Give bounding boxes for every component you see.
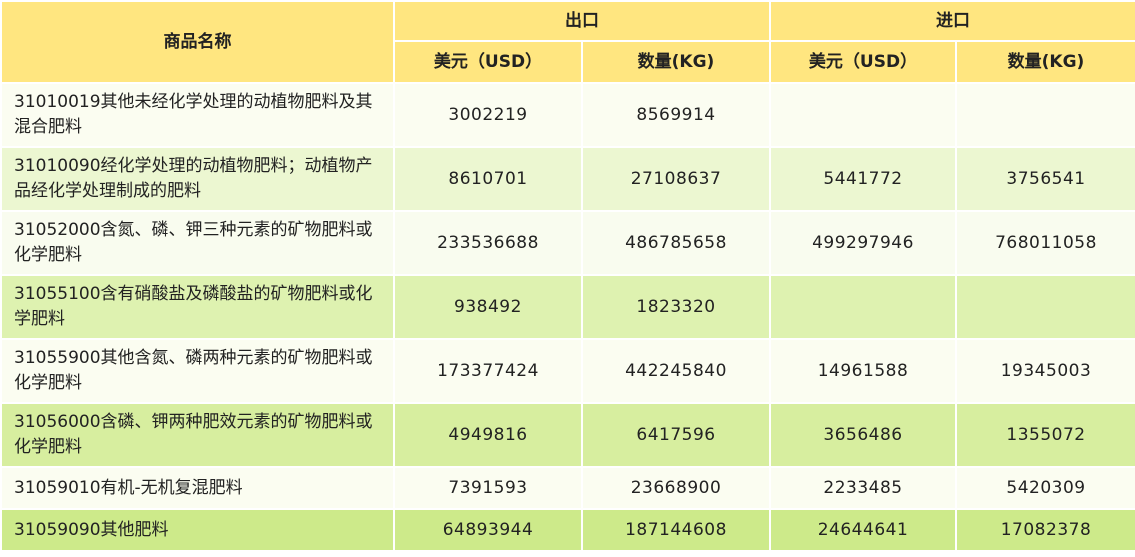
import-usd-cell: 14961588 <box>769 338 957 404</box>
table-row: 31010019其他未经化学处理的动植物肥料及其混合肥料 3002219 856… <box>0 82 1135 148</box>
commodity-name: 31052000含氮、磷、钾三种元素的矿物肥料或化学肥料 <box>0 210 395 276</box>
export-kg-cell: 1823320 <box>581 274 771 340</box>
import-usd-cell: 3656486 <box>769 402 957 468</box>
column-group-export: 出口 <box>393 0 771 42</box>
export-kg-cell: 187144608 <box>581 508 771 552</box>
import-kg-cell: 19345003 <box>955 338 1135 404</box>
import-usd-cell <box>769 274 957 340</box>
export-kg-cell: 6417596 <box>581 402 771 468</box>
column-header-name: 商品名称 <box>0 0 395 84</box>
fertilizer-trade-table: 商品名称 出口 进口 美元（USD） 数量(KG) 美元（USD） 数量(KG)… <box>0 0 1135 552</box>
import-kg-cell: 768011058 <box>955 210 1135 276</box>
export-kg-cell: 442245840 <box>581 338 771 404</box>
table-row: 31055900其他含氮、磷两种元素的矿物肥料或化学肥料 173377424 4… <box>0 338 1135 404</box>
commodity-name: 31059010有机-无机复混肥料 <box>0 466 395 510</box>
commodity-name: 31055100含有硝酸盐及磷酸盐的矿物肥料或化学肥料 <box>0 274 395 340</box>
import-usd-cell: 499297946 <box>769 210 957 276</box>
import-kg-cell <box>955 82 1135 148</box>
header-row-1: 商品名称 出口 进口 <box>0 0 1135 84</box>
table-row: 31059090其他肥料 64893944 187144608 24644641… <box>0 508 1135 552</box>
export-usd-cell: 173377424 <box>393 338 583 404</box>
export-usd-cell: 8610701 <box>393 146 583 212</box>
import-kg-cell: 5420309 <box>955 466 1135 510</box>
import-kg-cell: 3756541 <box>955 146 1135 212</box>
import-usd-cell: 24644641 <box>769 508 957 552</box>
column-header-import-usd: 美元（USD） <box>769 40 957 84</box>
export-usd-cell: 233536688 <box>393 210 583 276</box>
commodity-name: 31010019其他未经化学处理的动植物肥料及其混合肥料 <box>0 82 395 148</box>
column-group-import: 进口 <box>769 0 1135 42</box>
export-usd-cell: 3002219 <box>393 82 583 148</box>
commodity-name: 31010090经化学处理的动植物肥料；动植物产品经化学处理制成的肥料 <box>0 146 395 212</box>
commodity-name: 31055900其他含氮、磷两种元素的矿物肥料或化学肥料 <box>0 338 395 404</box>
export-kg-cell: 8569914 <box>581 82 771 148</box>
import-usd-cell: 2233485 <box>769 466 957 510</box>
export-kg-cell: 486785658 <box>581 210 771 276</box>
export-usd-cell: 4949816 <box>393 402 583 468</box>
import-kg-cell: 17082378 <box>955 508 1135 552</box>
table-row: 31059010有机-无机复混肥料 7391593 23668900 22334… <box>0 466 1135 510</box>
import-usd-cell: 5441772 <box>769 146 957 212</box>
commodity-name: 31056000含磷、钾两种肥效元素的矿物肥料或化学肥料 <box>0 402 395 468</box>
export-usd-cell: 7391593 <box>393 466 583 510</box>
table-row: 31056000含磷、钾两种肥效元素的矿物肥料或化学肥料 4949816 641… <box>0 402 1135 468</box>
export-kg-cell: 27108637 <box>581 146 771 212</box>
import-kg-cell <box>955 274 1135 340</box>
column-header-import-kg: 数量(KG) <box>955 40 1135 84</box>
table-row: 31010090经化学处理的动植物肥料；动植物产品经化学处理制成的肥料 8610… <box>0 146 1135 212</box>
commodity-name: 31059090其他肥料 <box>0 508 395 552</box>
export-usd-cell: 64893944 <box>393 508 583 552</box>
export-kg-cell: 23668900 <box>581 466 771 510</box>
table-row: 31055100含有硝酸盐及磷酸盐的矿物肥料或化学肥料 938492 18233… <box>0 274 1135 340</box>
import-kg-cell: 1355072 <box>955 402 1135 468</box>
column-header-export-usd: 美元（USD） <box>393 40 583 84</box>
column-header-export-kg: 数量(KG) <box>581 40 771 84</box>
table-row: 31052000含氮、磷、钾三种元素的矿物肥料或化学肥料 233536688 4… <box>0 210 1135 276</box>
export-usd-cell: 938492 <box>393 274 583 340</box>
import-usd-cell <box>769 82 957 148</box>
